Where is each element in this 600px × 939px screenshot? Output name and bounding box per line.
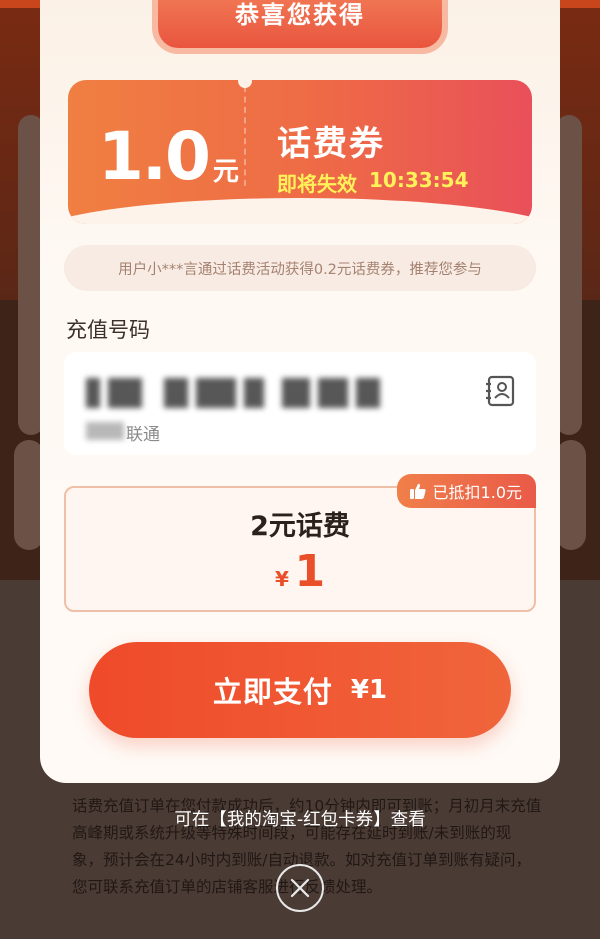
pay-button-label: 立即支付 bbox=[212, 675, 333, 709]
close-button[interactable] bbox=[276, 864, 324, 912]
background-card-right-lower bbox=[556, 440, 586, 550]
notice-text: 用户小***言通过话费活动获得0.2元话费券，推荐您参与 bbox=[118, 261, 482, 278]
congrats-banner: 恭喜您获得 bbox=[158, 0, 442, 48]
blur-block bbox=[86, 378, 100, 408]
coupon-title: 话费券 bbox=[277, 124, 385, 164]
product-name: 2元话费 bbox=[250, 511, 350, 542]
deduct-badge: 已抵扣1.0元 bbox=[396, 474, 536, 508]
carrier-blur bbox=[86, 422, 124, 440]
activity-notice: 用户小***言通过话费活动获得0.2元话费券，推荐您参与 bbox=[64, 245, 536, 291]
pay-button-price: ¥1 bbox=[350, 675, 388, 705]
expire-label: 即将失效 bbox=[277, 172, 357, 196]
banner-title: 恭喜您获得 bbox=[235, 1, 365, 29]
phone-number-blurred[interactable] bbox=[86, 376, 380, 410]
blur-block bbox=[196, 378, 236, 408]
coupon-card: 1.0 元 话费券 即将失效 10:33:54 bbox=[68, 80, 532, 224]
blur-block bbox=[356, 378, 380, 408]
coupon-amount: 1.0 元 bbox=[98, 124, 239, 190]
coupon-divider bbox=[244, 86, 246, 186]
pay-now-button[interactable]: 立即支付 ¥1 bbox=[89, 642, 511, 738]
product-price-currency: ¥ bbox=[274, 567, 289, 591]
contact-book-icon[interactable] bbox=[484, 374, 518, 408]
coupon-wave bbox=[68, 198, 532, 224]
coupon-location-tip: 可在【我的淘宝-红包卡券】查看 bbox=[174, 810, 426, 830]
deduct-badge-text: 已抵扣1.0元 bbox=[432, 483, 522, 502]
reward-modal: 恭喜您获得 1.0 元 话费券 即将失效 10:33:54 用户小***言通过话… bbox=[40, 0, 560, 783]
product-price: ¥ 1 bbox=[66, 546, 534, 597]
coupon-amount-unit: 元 bbox=[212, 157, 239, 187]
blur-block bbox=[244, 378, 264, 408]
product-price-value: 1 bbox=[294, 546, 326, 597]
coupon-amount-value: 1.0 bbox=[98, 118, 211, 195]
phone-input-box[interactable]: 联通 bbox=[64, 352, 536, 455]
product-option-card[interactable]: 已抵扣1.0元 2元话费 ¥ 1 bbox=[64, 474, 536, 612]
blur-block bbox=[318, 378, 348, 408]
countdown-timer: 10:33:54 bbox=[369, 168, 469, 192]
coupon-expire: 即将失效 10:33:54 bbox=[277, 168, 469, 197]
close-icon bbox=[290, 878, 310, 898]
blur-block bbox=[282, 378, 310, 408]
recharge-label: 充值号码 bbox=[66, 318, 150, 342]
blur-block bbox=[108, 378, 142, 408]
carrier-name: 联通 bbox=[126, 425, 160, 445]
thumbs-up-icon bbox=[409, 483, 426, 499]
blur-block bbox=[164, 378, 188, 408]
